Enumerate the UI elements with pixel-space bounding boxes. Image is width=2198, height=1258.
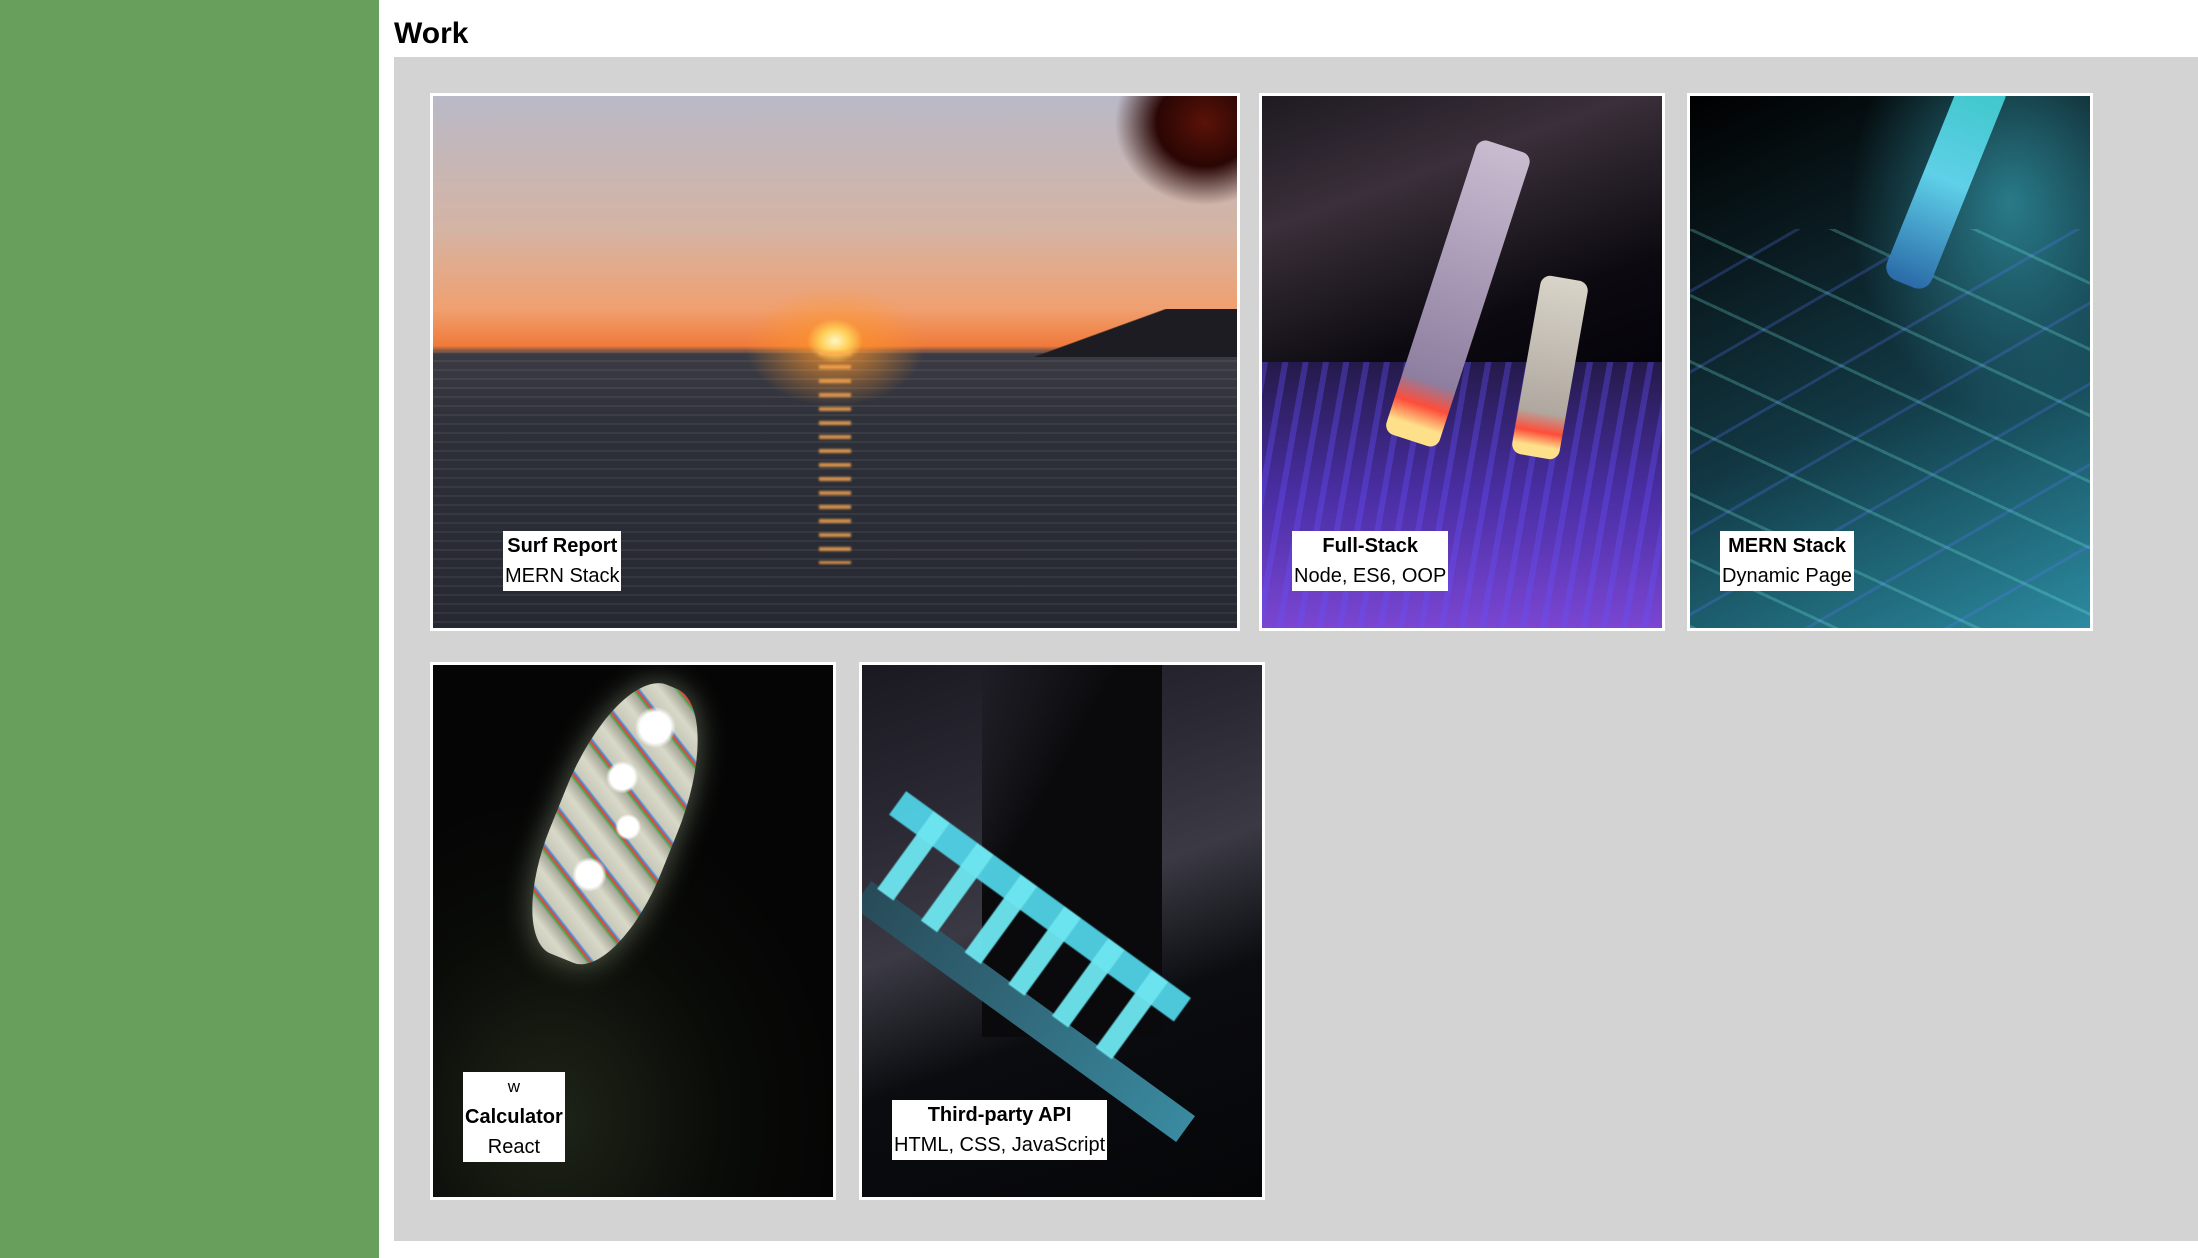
project-prefix: w [507,1077,521,1096]
project-card-surf-report[interactable]: Surf Report MERN Stack [430,93,1240,631]
project-card-calculator[interactable]: w Calculator React [430,662,836,1200]
project-caption: Full-Stack Node, ES6, OOP [1292,531,1449,591]
sidebar [0,0,379,1258]
project-title: MERN Stack [1728,535,1846,557]
project-subtitle: React [487,1136,541,1158]
project-caption: Third-party API HTML, CSS, JavaScript [892,1100,1108,1160]
project-title: Surf Report [507,535,618,557]
project-subtitle: MERN Stack [505,565,620,587]
project-subtitle: HTML, CSS, JavaScript [894,1134,1106,1156]
project-title: Full-Stack [1322,535,1418,557]
project-card-mern-stack[interactable]: MERN Stack Dynamic Page [1687,93,2093,631]
project-title: Third-party API [927,1104,1072,1126]
project-subtitle: Dynamic Page [1722,565,1853,587]
project-card-full-stack[interactable]: Full-Stack Node, ES6, OOP [1259,93,1665,631]
project-caption: w Calculator React [463,1072,565,1162]
project-subtitle: Node, ES6, OOP [1294,565,1447,587]
work-heading: Work [394,17,469,50]
project-caption: Surf Report MERN Stack [503,531,622,591]
project-card-third-party-api[interactable]: Third-party API HTML, CSS, JavaScript [859,662,1265,1200]
project-title: Calculator [465,1106,563,1128]
page: Work Surf Report MERN Stack Full-Stack N… [0,0,2198,1258]
project-gallery: Surf Report MERN Stack Full-Stack Node, … [394,57,2198,1241]
project-caption: MERN Stack Dynamic Page [1720,531,1855,591]
